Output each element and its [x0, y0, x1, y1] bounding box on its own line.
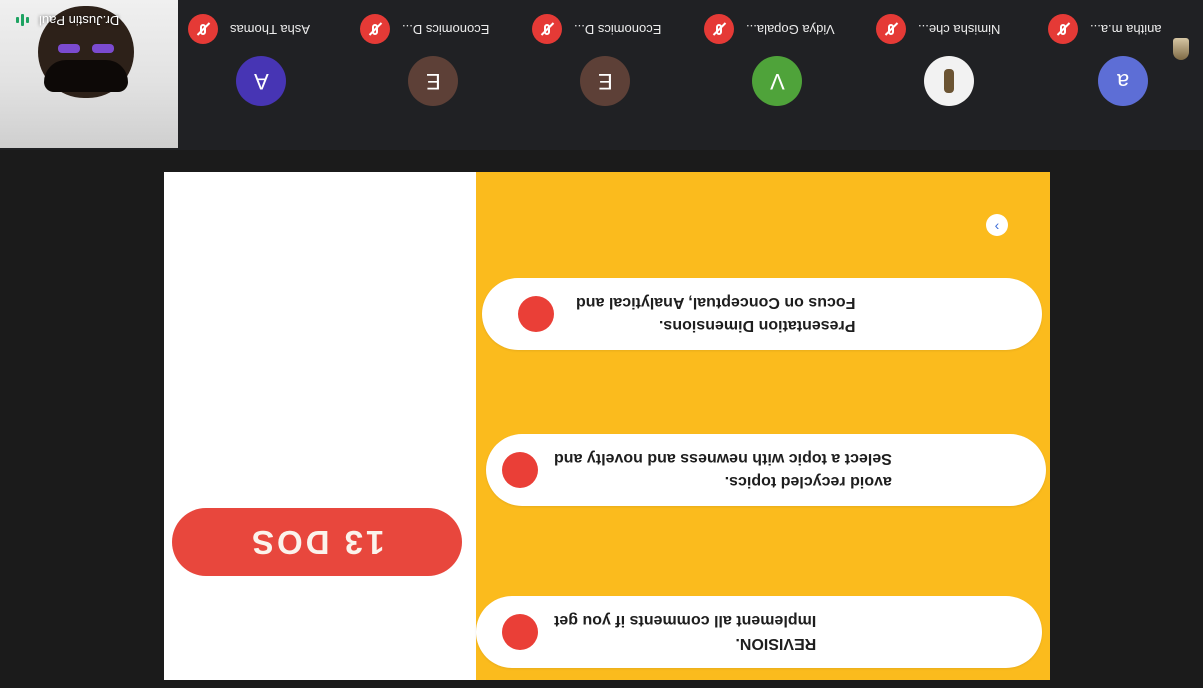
- participant-avatar: V: [752, 56, 802, 106]
- participant-name: Economics D...: [574, 21, 662, 37]
- mic-off-icon: [876, 14, 906, 44]
- bullet-dot: [518, 296, 554, 332]
- mic-off-icon: [1048, 14, 1078, 44]
- participant-photo-avatar: [924, 56, 974, 106]
- participant-tile[interactable]: Economics D... E: [526, 0, 696, 148]
- profile-photo: [944, 69, 954, 93]
- dos-item-card: Presentation Dimensions. Focus on Concep…: [482, 278, 1042, 350]
- self-video-glasses: [58, 44, 80, 53]
- dos-item-card: avoid recycled topics. Select a topic wi…: [486, 434, 1046, 506]
- crest-icon: [1173, 38, 1189, 60]
- participant-tile[interactable]: Vidya Gopala... V: [698, 0, 868, 148]
- dos-item-card: REVISION. Implement all comments if you …: [476, 596, 1042, 668]
- bullet-dot: [502, 614, 538, 650]
- avatar-initial: A: [253, 69, 269, 94]
- avatar-initial: V: [769, 69, 785, 94]
- mic-off-icon: [188, 14, 218, 44]
- avatar-initial: E: [597, 69, 613, 94]
- participant-strip: Dr.Justin Paul Asha Thomas A Economics D…: [0, 0, 1203, 150]
- bullet-dot: [502, 452, 538, 488]
- participant-name: Vidya Gopala...: [746, 21, 835, 37]
- dos-item-line: Implement all comments if you get: [554, 612, 817, 629]
- mic-off-icon: [360, 14, 390, 44]
- shared-presentation-slide: 13 DOS ‹ Presentation Dimensions. Focus …: [164, 172, 1050, 680]
- chevron-left-icon: ‹: [994, 217, 1000, 233]
- avatar-initial: E: [425, 69, 441, 94]
- dos-item-text: Presentation Dimensions. Focus on Concep…: [576, 291, 855, 337]
- participant-name: anitha m.a...: [1090, 21, 1162, 37]
- participant-name: Asha Thomas: [230, 21, 310, 37]
- participant-name: Nimisha che...: [918, 21, 1001, 37]
- participant-avatar: a: [1098, 56, 1148, 106]
- participant-tile[interactable]: Asha Thomas A: [182, 0, 352, 148]
- dos-item-line: Presentation Dimensions.: [658, 317, 856, 334]
- dos-item-line: avoid recycled topics.: [724, 473, 892, 490]
- participant-tile[interactable]: Economics D... E: [354, 0, 524, 148]
- self-name-row: Dr.Justin Paul: [0, 0, 178, 40]
- avatar-initial: a: [1116, 69, 1130, 94]
- slide-title: 13 DOS: [249, 524, 385, 561]
- mic-off-icon: [532, 14, 562, 44]
- participant-avatar: A: [236, 56, 286, 106]
- dos-item-line: Focus on Conceptual, Analytical and: [576, 294, 856, 311]
- dos-item-line: Select a topic with newness and novelty …: [554, 450, 892, 467]
- dos-item-line: REVISION.: [735, 635, 817, 652]
- self-video-tile[interactable]: Dr.Justin Paul: [0, 0, 178, 148]
- participant-tile[interactable]: Nimisha che...: [870, 0, 1040, 148]
- self-video-hair: [44, 60, 128, 92]
- dos-item-text: REVISION. Implement all comments if you …: [554, 609, 816, 655]
- participant-name: Economics D...: [402, 21, 490, 37]
- self-participant-name: Dr.Justin Paul: [39, 12, 120, 28]
- dos-item-text: avoid recycled topics. Select a topic wi…: [554, 447, 892, 493]
- participant-avatar: E: [408, 56, 458, 106]
- mic-off-icon: [704, 14, 734, 44]
- speaking-indicator-icon: [16, 14, 29, 26]
- slide-next-button[interactable]: ‹: [986, 214, 1008, 236]
- self-video-glasses: [92, 44, 114, 53]
- participant-tile[interactable]: anitha m.a... a: [1042, 0, 1203, 148]
- slide-title-pill: 13 DOS: [172, 508, 462, 576]
- participant-avatar: E: [580, 56, 630, 106]
- slide-left-panel: 13 DOS: [164, 172, 476, 680]
